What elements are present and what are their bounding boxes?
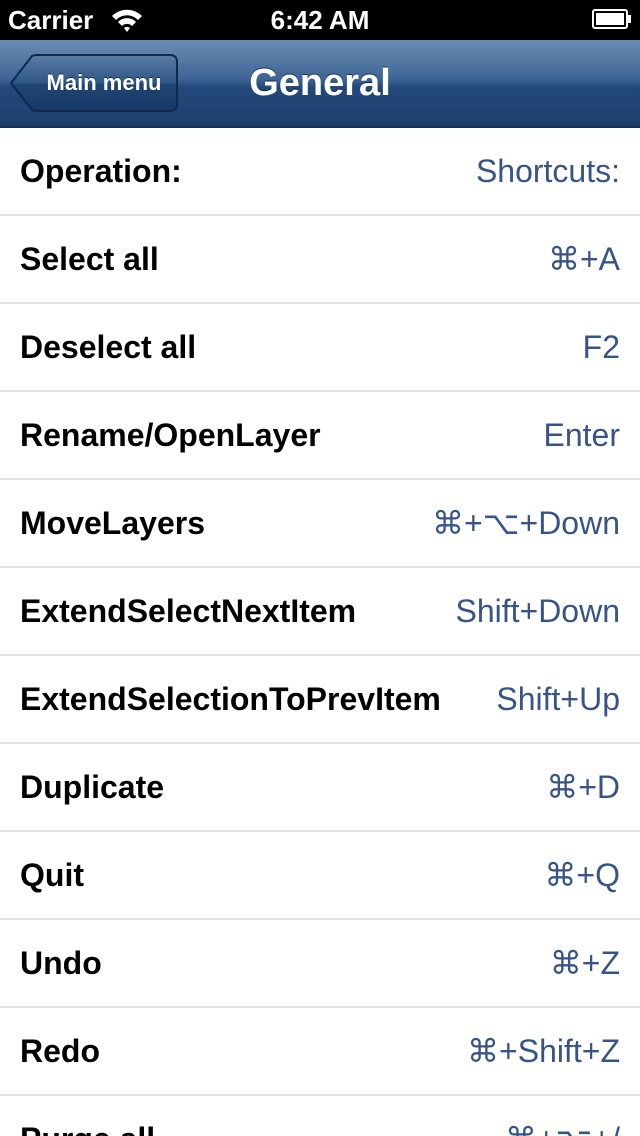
shortcut-value: ⌘+⌥+Down: [431, 505, 620, 541]
operation-label: Undo: [20, 945, 102, 981]
shortcuts-table: Operation: Shortcuts: Select all ⌘+A Des…: [0, 128, 640, 1136]
operation-label: Redo: [20, 1033, 100, 1069]
screen: Carrier 6:42 AM Main menu General Operat…: [0, 0, 640, 1136]
operation-label: ExtendSelectionToPrevItem: [20, 681, 441, 717]
shortcut-value: Shift+Up: [496, 681, 620, 717]
operation-label: MoveLayers: [20, 505, 205, 541]
shortcut-value: Enter: [543, 417, 620, 453]
page-title: General: [249, 62, 391, 104]
table-row[interactable]: MoveLayers ⌘+⌥+Down: [0, 480, 640, 568]
battery-icon: [592, 9, 632, 29]
shortcut-value: Shift+Down: [455, 593, 620, 629]
shortcut-value: ⌘+Z: [549, 945, 620, 981]
operation-label: Duplicate: [20, 769, 165, 805]
shortcut-value: ⌘+Q: [544, 857, 620, 893]
table-row[interactable]: Quit ⌘+Q: [0, 832, 640, 920]
operation-label: Purge all: [20, 1096, 155, 1136]
table-row[interactable]: ExtendSelectNextItem Shift+Down: [0, 568, 640, 656]
table-row[interactable]: Undo ⌘+Z: [0, 920, 640, 1008]
shortcut-column-header: Shortcuts:: [475, 153, 620, 189]
table-row[interactable]: Redo ⌘+Shift+Z: [0, 1008, 640, 1096]
operation-column-header: Operation:: [20, 153, 182, 189]
status-bar: Carrier 6:42 AM: [0, 0, 640, 40]
table-row[interactable]: ExtendSelectionToPrevItem Shift+Up: [0, 656, 640, 744]
operation-label: Deselect all: [20, 329, 197, 365]
operation-label: Quit: [20, 857, 84, 893]
table-row[interactable]: Rename/OpenLayer Enter: [0, 392, 640, 480]
operation-label: Select all: [20, 241, 159, 277]
table-row[interactable]: Purge all ⌘+⌥+/: [0, 1096, 640, 1136]
shortcut-value: F2: [582, 329, 620, 365]
shortcut-value: ⌘+⌥+/: [505, 1096, 620, 1136]
back-button-label: Main menu: [46, 70, 162, 95]
table-row[interactable]: Duplicate ⌘+D: [0, 744, 640, 832]
table-row[interactable]: Select all ⌘+A: [0, 216, 640, 304]
main-menu-back-button[interactable]: Main menu: [10, 54, 178, 112]
shortcut-value: ⌘+Shift+Z: [467, 1033, 620, 1069]
status-time: 6:42 AM: [270, 5, 370, 35]
table-header-row: Operation: Shortcuts:: [0, 128, 640, 216]
operation-label: Rename/OpenLayer: [20, 417, 321, 453]
shortcut-value: ⌘+D: [546, 769, 620, 805]
table-row[interactable]: Deselect all F2: [0, 304, 640, 392]
operation-label: ExtendSelectNextItem: [20, 593, 357, 629]
navigation-bar: Main menu General: [0, 40, 640, 128]
shortcut-value: ⌘+A: [547, 241, 620, 277]
